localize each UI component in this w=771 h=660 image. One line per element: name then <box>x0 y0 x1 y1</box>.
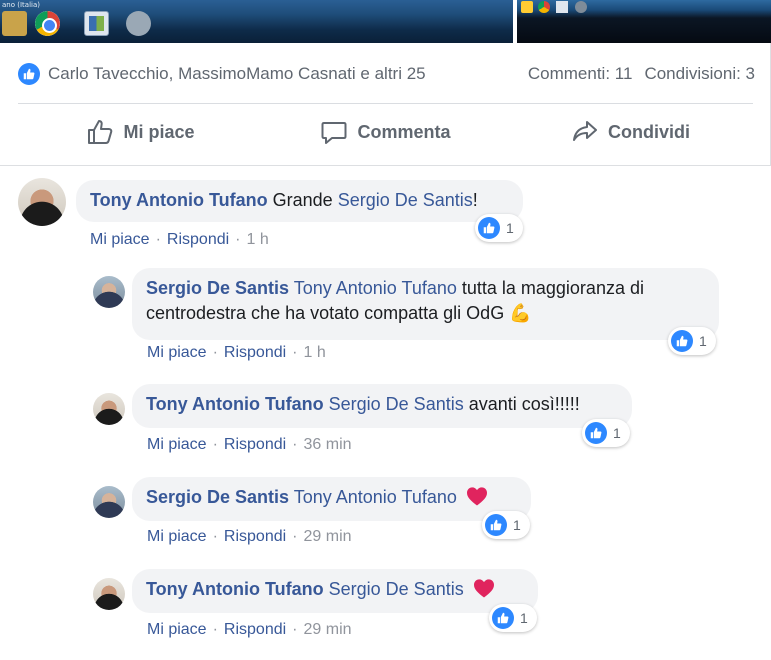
like-reaction-icon <box>485 514 507 536</box>
screenshot-left-part: ano (Italia) <box>0 0 513 43</box>
comment-meta: Mi piace · Rispondi · 29 min <box>147 528 352 546</box>
post-actions: Mi piace Commenta Condividi <box>18 109 753 155</box>
reaction-count[interactable]: 1 <box>668 327 716 355</box>
heart-icon <box>473 579 494 598</box>
share-arrow-icon <box>573 121 597 141</box>
like-reaction-icon <box>492 607 514 629</box>
mention-link[interactable]: Sergio De Santis <box>329 394 464 414</box>
avatar[interactable] <box>93 578 125 610</box>
reply-link[interactable]: Rispondi <box>224 344 286 362</box>
timestamp[interactable]: 29 min <box>304 528 352 546</box>
post-stats: Carlo Tavecchio, MassimoMamo Casnati e a… <box>18 62 755 86</box>
like-reaction-icon[interactable] <box>18 63 40 85</box>
comments-count-link[interactable]: Commenti: 11 <box>528 64 633 84</box>
comment-text: tutta la maggioranza di <box>456 278 644 298</box>
chrome-icon <box>35 11 60 36</box>
comment-icon <box>321 122 347 144</box>
mention-link[interactable]: Tony Antonio Tufano <box>294 487 457 507</box>
like-link[interactable]: Mi piace <box>147 528 207 546</box>
reaction-number: 1 <box>613 425 621 441</box>
reaction-count[interactable]: 1 <box>582 419 630 447</box>
reaction-count[interactable]: 1 <box>489 604 537 632</box>
folder-icon <box>2 11 27 36</box>
comment-author[interactable]: Sergio De Santis <box>146 278 289 298</box>
thumbs-up-icon <box>88 120 113 144</box>
mention-link[interactable]: Tony Antonio Tufano <box>294 278 457 298</box>
comment-bubble: Sergio De Santis Tony Antonio Tufano tut… <box>132 268 719 340</box>
like-reaction-icon <box>585 422 607 444</box>
timestamp[interactable]: 29 min <box>304 621 352 639</box>
comment-author[interactable]: Tony Antonio Tufano <box>146 579 324 599</box>
mention-link[interactable]: Sergio De Santis <box>329 579 464 599</box>
comment-bubble: Tony Antonio Tufano Grande Sergio De San… <box>76 180 523 222</box>
flexed-biceps-emoji: 💪 <box>509 303 532 323</box>
likers-link[interactable]: Carlo Tavecchio, MassimoMamo Casnati e a… <box>48 64 426 84</box>
reaction-count[interactable]: 1 <box>475 214 523 242</box>
reply-link[interactable]: Rispondi <box>224 528 286 546</box>
divider <box>18 103 753 104</box>
like-link[interactable]: Mi piace <box>147 621 207 639</box>
comment-author[interactable]: Tony Antonio Tufano <box>90 190 268 210</box>
window-app-icon <box>84 11 109 36</box>
comment-text: ! <box>472 190 478 210</box>
embedded-screenshot: ano (Italia) <box>0 0 771 43</box>
post-footer: Carlo Tavecchio, MassimoMamo Casnati e a… <box>0 43 771 166</box>
reaction-number: 1 <box>506 220 514 236</box>
comment-text: Grande <box>272 190 338 210</box>
avatar[interactable] <box>93 486 125 518</box>
comment-text: avanti così!!!!! <box>463 394 580 414</box>
like-reaction-icon <box>478 217 500 239</box>
folder-icon <box>521 1 533 13</box>
reply-link[interactable]: Rispondi <box>224 621 286 639</box>
comment-bubble: Tony Antonio Tufano Sergio De Santis ava… <box>132 384 632 428</box>
comment-bubble: Sergio De Santis Tony Antonio Tufano <box>132 477 531 521</box>
comment-text: centrodestra che ha votato compatta gli … <box>146 303 510 323</box>
avatar[interactable] <box>18 178 66 226</box>
reply-link[interactable]: Rispondi <box>224 436 286 454</box>
like-link[interactable]: Mi piace <box>147 344 207 362</box>
timestamp[interactable]: 1 h <box>304 344 326 362</box>
app-icon <box>126 11 151 36</box>
like-reaction-icon <box>671 330 693 352</box>
share-button[interactable]: Condividi <box>508 109 753 155</box>
comment-author[interactable]: Tony Antonio Tufano <box>146 394 324 414</box>
window-app-icon <box>556 1 568 13</box>
app-icon <box>575 1 587 13</box>
comment-button-label: Commenta <box>357 121 451 142</box>
comment-button[interactable]: Commenta <box>263 109 508 155</box>
like-button[interactable]: Mi piace <box>18 109 263 155</box>
reaction-number: 1 <box>699 333 707 349</box>
like-link[interactable]: Mi piace <box>90 231 150 249</box>
timestamp[interactable]: 36 min <box>304 436 352 454</box>
reaction-number: 1 <box>513 517 521 533</box>
screenshot-caption: ano (Italia) <box>2 1 40 9</box>
comment-meta: Mi piace · Rispondi · 1 h <box>147 344 326 362</box>
share-button-label: Condividi <box>608 121 690 142</box>
avatar[interactable] <box>93 276 125 308</box>
comment-bubble: Tony Antonio Tufano Sergio De Santis <box>132 569 538 613</box>
chrome-icon <box>538 1 550 13</box>
mention-link[interactable]: Sergio De Santis <box>338 190 473 210</box>
like-link[interactable]: Mi piace <box>147 436 207 454</box>
like-button-label: Mi piace <box>123 121 195 142</box>
avatar[interactable] <box>93 393 125 425</box>
comment-meta: Mi piace · Rispondi · 36 min <box>147 436 352 454</box>
comment-meta: Mi piace · Rispondi · 1 h <box>90 231 269 249</box>
reaction-count[interactable]: 1 <box>482 511 530 539</box>
timestamp[interactable]: 1 h <box>247 231 269 249</box>
reaction-number: 1 <box>520 610 528 626</box>
shares-count-link[interactable]: Condivisioni: 3 <box>644 64 755 84</box>
heart-icon <box>466 487 487 506</box>
reply-link[interactable]: Rispondi <box>167 231 229 249</box>
comment-meta: Mi piace · Rispondi · 29 min <box>147 621 352 639</box>
comment-author[interactable]: Sergio De Santis <box>146 487 289 507</box>
